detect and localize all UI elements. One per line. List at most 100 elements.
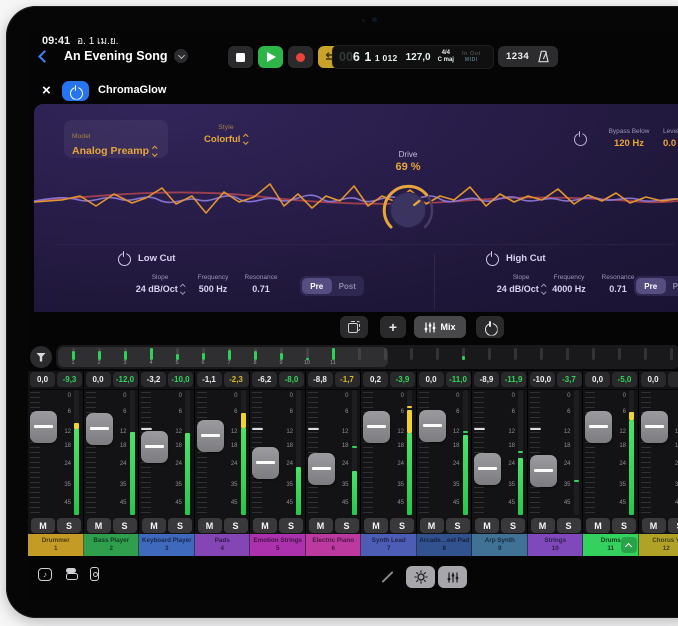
volume-fader[interactable] bbox=[86, 413, 113, 445]
solo-button[interactable]: S bbox=[113, 518, 137, 533]
mute-button[interactable]: M bbox=[253, 518, 277, 533]
overview-channel[interactable] bbox=[456, 347, 470, 369]
mute-button[interactable]: M bbox=[420, 518, 444, 533]
mute-button[interactable]: M bbox=[198, 518, 222, 533]
overview-channel[interactable]: 10 bbox=[300, 347, 314, 369]
overview-channel[interactable]: 5 bbox=[170, 347, 184, 369]
overview-channel[interactable]: 4 bbox=[144, 347, 158, 369]
style-selector[interactable]: Style Colorful bbox=[184, 124, 268, 145]
mixer-view-button[interactable] bbox=[438, 566, 467, 588]
track-label[interactable]: Arcade…eet Pad8 bbox=[417, 534, 473, 556]
volume-fader[interactable] bbox=[530, 455, 557, 487]
volume-fader[interactable] bbox=[197, 420, 224, 452]
track-label[interactable]: Strings10 bbox=[528, 534, 584, 556]
controls-view-button[interactable] bbox=[406, 566, 435, 588]
solo-button[interactable]: S bbox=[57, 518, 81, 533]
plugin-power-button[interactable] bbox=[62, 81, 89, 101]
overview-channel[interactable]: 9 bbox=[274, 347, 288, 369]
device-icon[interactable] bbox=[90, 567, 99, 581]
high-cut-power-icon[interactable] bbox=[486, 252, 497, 263]
overview-channel[interactable]: 6 bbox=[196, 347, 210, 369]
volume-fader[interactable] bbox=[474, 453, 501, 485]
volume-readout[interactable]: 0,0 bbox=[585, 372, 610, 387]
mute-button[interactable]: M bbox=[87, 518, 111, 533]
project-title-menu[interactable]: An Evening Song bbox=[64, 49, 188, 63]
overview-channel[interactable] bbox=[664, 347, 678, 369]
volume-readout[interactable]: -8,9 bbox=[474, 372, 499, 387]
bypass-below-control[interactable]: Bypass Below 120 Hz bbox=[592, 128, 666, 149]
duplicate-button[interactable] bbox=[340, 316, 368, 338]
volume-readout[interactable]: 0,0 bbox=[30, 372, 55, 387]
volume-fader[interactable] bbox=[308, 453, 335, 485]
volume-fader[interactable] bbox=[641, 411, 668, 443]
overview-channel[interactable]: 7 bbox=[222, 347, 236, 369]
track-label[interactable]: Arp Synth9 bbox=[472, 534, 528, 556]
mute-button[interactable]: M bbox=[364, 518, 388, 533]
low-cut-power-icon[interactable] bbox=[118, 252, 129, 263]
overview-channel[interactable]: 2 bbox=[92, 347, 106, 369]
volume-fader[interactable] bbox=[363, 411, 390, 443]
solo-button[interactable]: S bbox=[612, 518, 636, 533]
model-selector[interactable]: Model Analog Preamp bbox=[64, 120, 168, 158]
volume-readout[interactable]: 0,0 bbox=[86, 372, 111, 387]
solo-button[interactable]: S bbox=[335, 518, 359, 533]
pre-button[interactable]: Pre bbox=[636, 278, 666, 294]
low-cut-resonance[interactable]: Resonance 0.71 bbox=[230, 274, 292, 294]
overview-channel[interactable] bbox=[586, 347, 600, 369]
solo-button[interactable]: S bbox=[668, 518, 678, 533]
volume-readout[interactable]: -8,8 bbox=[308, 372, 333, 387]
volume-readout[interactable]: -10,0 bbox=[530, 372, 555, 387]
volume-fader[interactable] bbox=[252, 447, 279, 479]
overview-channel[interactable] bbox=[378, 347, 392, 369]
loops-browser-icon[interactable]: ♪ bbox=[38, 568, 52, 581]
solo-button[interactable]: S bbox=[390, 518, 414, 533]
overview-channel[interactable] bbox=[638, 347, 652, 369]
mute-button[interactable]: M bbox=[642, 518, 666, 533]
mute-button[interactable]: M bbox=[142, 518, 166, 533]
mute-button[interactable]: M bbox=[475, 518, 499, 533]
solo-button[interactable]: S bbox=[168, 518, 192, 533]
mute-button[interactable]: M bbox=[531, 518, 555, 533]
level-control[interactable]: Level 0.0 bbox=[663, 128, 678, 149]
track-label[interactable]: Keyboard Player3 bbox=[139, 534, 195, 556]
mute-button[interactable]: M bbox=[586, 518, 610, 533]
pre-button[interactable]: Pre bbox=[302, 278, 332, 294]
bypass-power-icon[interactable] bbox=[574, 132, 585, 143]
play-button[interactable] bbox=[258, 46, 283, 68]
overview-channel[interactable] bbox=[482, 347, 496, 369]
stop-button[interactable] bbox=[228, 46, 253, 68]
solo-button[interactable]: S bbox=[279, 518, 303, 533]
solo-button[interactable]: S bbox=[557, 518, 581, 533]
volume-readout[interactable]: 0,0 bbox=[419, 372, 444, 387]
track-label[interactable]: Emotion Strings5 bbox=[250, 534, 306, 556]
track-label[interactable]: Bass Player2 bbox=[84, 534, 140, 556]
solo-button[interactable]: S bbox=[224, 518, 248, 533]
mixer-power-button[interactable] bbox=[476, 316, 504, 338]
mute-button[interactable]: M bbox=[31, 518, 55, 533]
volume-readout[interactable]: 0,2 bbox=[363, 372, 388, 387]
close-plugin-button[interactable]: × bbox=[42, 81, 51, 101]
collapse-chevron-button[interactable] bbox=[621, 537, 637, 553]
drive-knob[interactable] bbox=[380, 182, 436, 238]
track-label[interactable]: Chorus V12 bbox=[639, 534, 678, 556]
overview-channel[interactable]: 1 bbox=[66, 347, 80, 369]
volume-fader[interactable] bbox=[141, 431, 168, 463]
title-dropdown-button[interactable] bbox=[174, 49, 188, 63]
post-button[interactable]: Post bbox=[333, 278, 363, 294]
pencil-icon[interactable] bbox=[381, 571, 393, 583]
volume-fader[interactable] bbox=[585, 411, 612, 443]
overview-channel[interactable] bbox=[560, 347, 574, 369]
track-label[interactable]: Synth Lead7 bbox=[361, 534, 417, 556]
track-label[interactable]: Drummer1 bbox=[28, 534, 84, 556]
overview-channel[interactable] bbox=[352, 347, 366, 369]
volume-readout[interactable]: -1,1 bbox=[197, 372, 222, 387]
post-button[interactable]: Post bbox=[667, 278, 678, 294]
add-track-button[interactable]: + bbox=[380, 316, 406, 338]
track-label[interactable]: Electric Piano6 bbox=[306, 534, 362, 556]
solo-button[interactable]: S bbox=[446, 518, 470, 533]
volume-fader[interactable] bbox=[419, 410, 446, 442]
lcd-display[interactable]: 00611 012 127,0 4/4 C maj In Out MIDI bbox=[332, 45, 494, 69]
overview-channel[interactable] bbox=[534, 347, 548, 369]
solo-button[interactable]: S bbox=[501, 518, 525, 533]
overview-channel[interactable] bbox=[404, 347, 418, 369]
